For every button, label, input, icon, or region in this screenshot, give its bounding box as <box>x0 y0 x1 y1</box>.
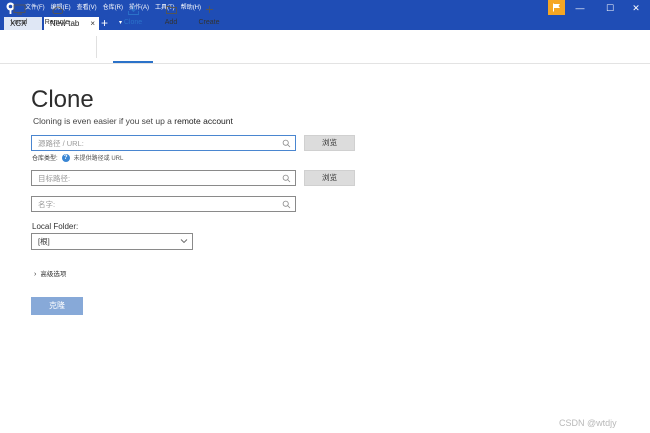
chevron-right-icon: › <box>34 271 37 278</box>
advanced-options-label: 高级选项 <box>40 271 67 278</box>
source-url-input[interactable] <box>32 136 295 150</box>
search-icon <box>282 174 291 183</box>
add-button[interactable]: Add <box>160 4 182 34</box>
local-folder-select[interactable]: [根] <box>31 233 193 250</box>
menu-view[interactable]: 查看(V) <box>74 0 100 16</box>
browse-destination-button[interactable]: 浏览 <box>304 170 355 186</box>
local-folder-label: Local Folder: <box>32 222 79 231</box>
maximize-button[interactable]: ☐ <box>596 0 624 16</box>
local-button[interactable]: Local <box>6 4 32 34</box>
help-icon[interactable]: ? <box>61 153 70 162</box>
create-button[interactable]: Create <box>196 4 222 34</box>
chevron-down-icon <box>180 239 188 244</box>
search-icon <box>282 200 291 209</box>
download-tray-icon <box>127 5 139 15</box>
local-label: Local <box>10 19 28 26</box>
remote-label: Remote <box>44 19 70 26</box>
tab-strip: XCX New tab × + ▾ <box>0 16 650 30</box>
repo-type-label: 仓库类型: <box>32 156 58 162</box>
cloud-icon <box>52 6 63 14</box>
create-label: Create <box>198 19 220 26</box>
clone-tab-label: Clone <box>123 19 143 26</box>
monitor-icon <box>13 4 25 15</box>
search-icon <box>282 139 291 148</box>
active-tab-indicator <box>113 61 153 63</box>
clone-button-tab[interactable]: Clone <box>119 4 147 34</box>
repo-type-row: 仓库类型: ? 未提供路径或 URL <box>32 153 123 162</box>
page-title: Clone <box>31 86 94 113</box>
destination-path-input[interactable] <box>32 171 295 185</box>
subtitle: Cloning is even easier if you set up a r… <box>33 116 233 126</box>
watermark: CSDN @wtdjy <box>559 418 617 428</box>
flag-icon <box>553 3 560 12</box>
close-tab-icon[interactable]: × <box>90 17 95 30</box>
destination-path-field[interactable] <box>31 170 296 186</box>
add-label: Add <box>164 19 178 26</box>
name-field[interactable] <box>31 196 296 212</box>
local-folder-value: [根] <box>38 237 50 246</box>
name-input[interactable] <box>32 197 295 211</box>
subtitle-text: Cloning is even easier if you set up a <box>33 116 175 126</box>
flag-button[interactable] <box>548 0 565 15</box>
add-tab-button[interactable]: + <box>101 16 108 30</box>
toolbar-divider <box>96 36 97 58</box>
plus-icon <box>205 6 213 13</box>
title-bar: 文件(F) 编辑(E) 查看(V) 仓库(R) 操作(A) 工具(T) 帮助(H… <box>0 0 650 16</box>
repo-type-hint: 未提供路径或 URL <box>73 156 124 162</box>
minimize-button[interactable]: — <box>566 0 594 16</box>
toolbar <box>0 30 650 64</box>
clone-submit-button[interactable]: 克隆 <box>31 297 83 315</box>
browse-source-button[interactable]: 浏览 <box>304 135 355 151</box>
close-window-button[interactable]: ✕ <box>622 0 650 16</box>
source-url-field[interactable] <box>31 135 296 151</box>
folder-icon <box>165 6 177 14</box>
advanced-options-toggle[interactable]: › 高级选项 <box>34 268 66 278</box>
remote-account-link[interactable]: remote account <box>174 116 233 126</box>
remote-button[interactable]: Remote <box>42 4 72 34</box>
